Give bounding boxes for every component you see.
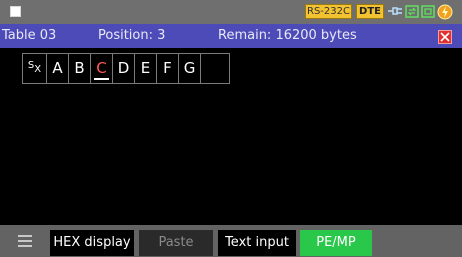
- paste-button[interactable]: Paste: [139, 230, 213, 256]
- close-button[interactable]: [438, 30, 452, 44]
- close-icon: [440, 32, 450, 42]
- rs232c-badge: RS-232C: [305, 4, 352, 19]
- menu-icon[interactable]: [18, 234, 32, 247]
- tab-b[interactable]: B: [69, 54, 91, 83]
- title-bar: Table 03 Position: 3 Remain: 16200 bytes: [0, 24, 462, 48]
- table-label: Table 03: [2, 28, 57, 43]
- tab-a[interactable]: A: [47, 54, 69, 83]
- tab-d[interactable]: D: [113, 54, 135, 83]
- tab-c[interactable]: C: [91, 54, 113, 83]
- power-icon: [437, 4, 453, 20]
- text-input-button[interactable]: Text input: [218, 230, 296, 256]
- tab-empty[interactable]: [201, 54, 229, 83]
- window-icon: [10, 6, 21, 17]
- dte-badge: DTE: [356, 4, 384, 19]
- memory-card-icon: [421, 4, 435, 19]
- register-tabs: SX A B C D E F G: [22, 53, 230, 84]
- link-icon: [405, 4, 419, 19]
- tab-sx[interactable]: SX: [23, 54, 47, 83]
- pe-mp-button[interactable]: PE/MP: [300, 230, 372, 256]
- connector-icon: [387, 4, 403, 19]
- tab-g[interactable]: G: [179, 54, 201, 83]
- status-bar: RS-232C DTE: [0, 0, 462, 24]
- remain-label: Remain: 16200 bytes: [218, 28, 357, 43]
- hex-display-button[interactable]: HEX display: [50, 230, 134, 256]
- tab-f[interactable]: F: [157, 54, 179, 83]
- tab-e[interactable]: E: [135, 54, 157, 83]
- position-label: Position: 3: [98, 28, 166, 43]
